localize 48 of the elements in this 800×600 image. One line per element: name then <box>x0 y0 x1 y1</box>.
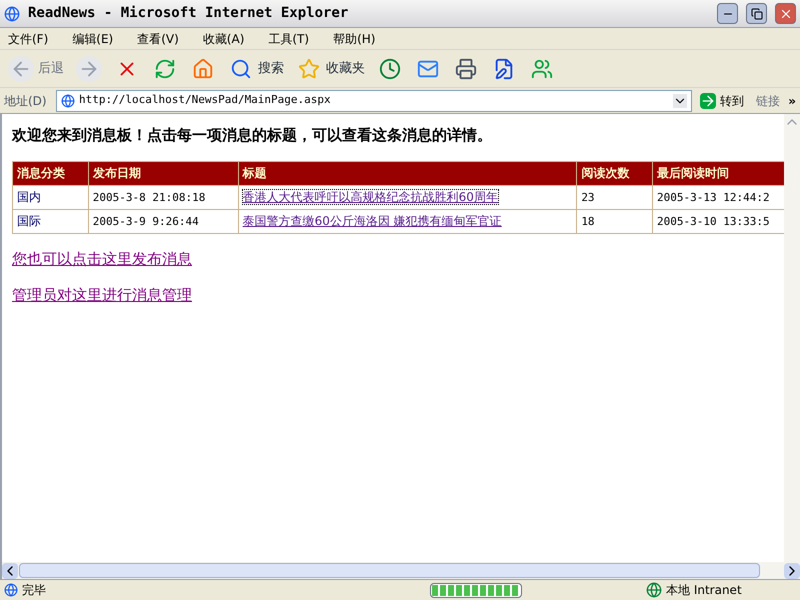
close-button[interactable] <box>775 3 796 24</box>
menu-item[interactable]: 帮助(H) <box>329 30 380 48</box>
scroll-right-icon <box>784 562 800 578</box>
vertical-scrollbar[interactable] <box>784 114 800 562</box>
status-text: 完毕 <box>22 582 47 599</box>
restore-icon <box>750 8 762 20</box>
menu-item[interactable]: 文件(F) <box>4 30 52 48</box>
table-cell: 国际 <box>17 214 41 228</box>
page-link[interactable]: 管理员对这里进行消息管理 <box>12 284 192 306</box>
network-icon <box>646 582 662 598</box>
page-icon <box>61 94 75 108</box>
links-label[interactable]: 链接 <box>752 92 784 110</box>
scroll-left-icon <box>2 562 18 578</box>
column-header: 阅读次数 <box>576 161 653 185</box>
browser-icon <box>4 6 20 22</box>
table-cell: 2005-3-10 13:33:5 <box>657 214 770 228</box>
back-button[interactable]: 后退 <box>4 52 68 84</box>
restore-button[interactable] <box>746 3 767 24</box>
scroll-thumb[interactable] <box>19 563 760 578</box>
column-header: 消息分类 <box>12 161 88 185</box>
page-heading: 欢迎您来到消息板！点击每一项消息的标题，可以查看这条消息的详情。 <box>12 125 493 146</box>
table-cell: 23 <box>581 190 595 204</box>
back-icon <box>8 56 34 82</box>
horizontal-scrollbar[interactable] <box>0 562 800 579</box>
address-field[interactable]: http://localhost/NewsPad/MainPage.aspx <box>56 90 692 112</box>
menu-item[interactable]: 工具(T) <box>264 30 314 48</box>
search-button[interactable]: 搜索 <box>224 52 288 84</box>
column-header: 发布日期 <box>88 161 238 185</box>
menu-item[interactable]: 编辑(E) <box>68 30 118 48</box>
star-button[interactable]: 收藏夹 <box>292 52 369 84</box>
more-button[interactable]: » <box>788 92 796 110</box>
table-cell: 2005-3-8 21:08:18 <box>92 190 206 204</box>
table-cell: 国内 <box>17 190 41 204</box>
window-title: ReadNews - Microsoft Internet Explorer <box>28 4 350 23</box>
page-icon <box>4 583 18 597</box>
minimize-button[interactable] <box>717 3 738 24</box>
dropdown-icon <box>673 94 688 108</box>
table-cell: 2005-3-9 9:26:44 <box>92 214 199 228</box>
forward-icon <box>76 56 102 82</box>
address-label: 地址(D) <box>4 92 48 110</box>
zone-text: 本地 Intranet <box>666 582 743 599</box>
menu-item[interactable]: 查看(V) <box>133 30 183 48</box>
go-button[interactable]: 转到 <box>696 92 748 110</box>
table-cell: 2005-3-13 12:44:2 <box>657 190 770 204</box>
menu-item[interactable]: 收藏(A) <box>198 30 248 48</box>
page-link[interactable]: 您也可以点击这里发布消息 <box>12 248 192 270</box>
column-header: 标题 <box>238 161 577 185</box>
table-cell: 18 <box>581 214 595 228</box>
